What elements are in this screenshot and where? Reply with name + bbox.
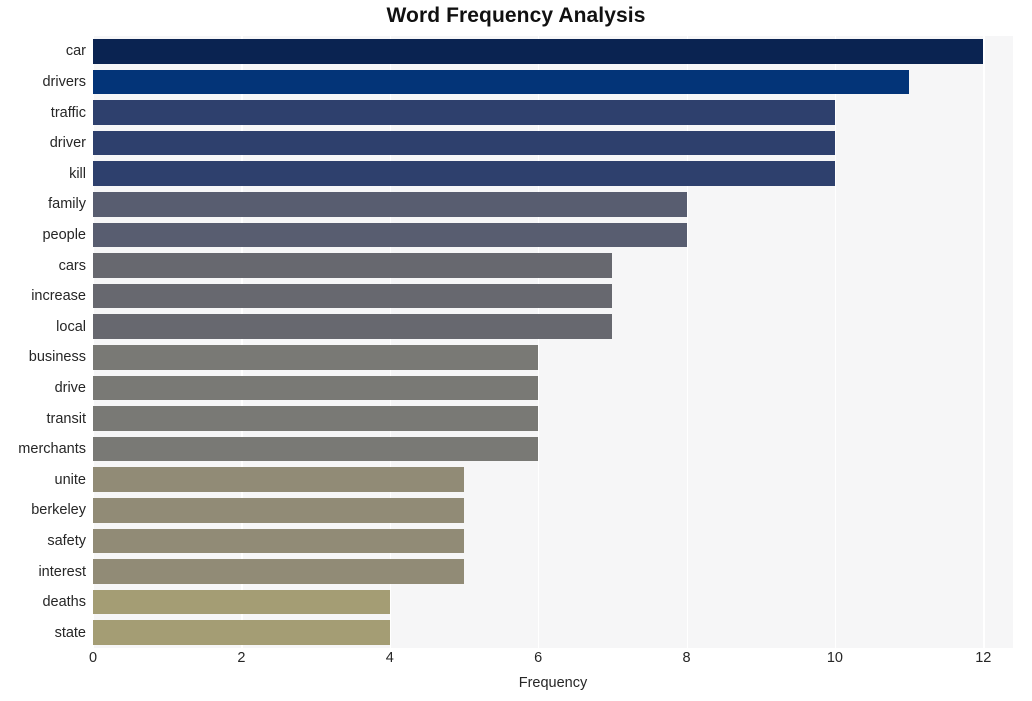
x-axis-title: Frequency (518, 675, 588, 691)
y-tick-label-drivers: drivers (42, 73, 86, 90)
y-tick-label-transit: transit (46, 410, 87, 427)
bar-row (93, 39, 1013, 64)
bar-row (93, 559, 1013, 584)
bar-row (93, 375, 1013, 401)
bar-row (93, 222, 1013, 248)
bar-people[interactable] (93, 222, 687, 248)
y-tick-label-car: car (65, 43, 86, 60)
y-tick-label-business: business (28, 349, 86, 366)
x-tick-label-2: 2 (237, 650, 246, 666)
x-tick-label-4: 4 (385, 650, 394, 666)
chart-figure: Word Frequency Analysis car drivers traffi… (0, 0, 1032, 701)
x-tick-label-0: 0 (88, 650, 98, 666)
y-tick-label-kill: kill (69, 165, 86, 182)
plot-area (93, 36, 1013, 648)
y-tick-label-people: people (42, 226, 86, 243)
bar-row (93, 100, 1013, 125)
bar-local[interactable] (93, 314, 613, 339)
bar-unite[interactable] (93, 467, 464, 492)
y-tick-label-driver: driver (49, 135, 86, 152)
bar-interest[interactable] (93, 559, 464, 584)
y-tick-label-state: state (54, 624, 86, 641)
chart-title: Word Frequency Analysis (386, 4, 646, 27)
bar-row (93, 406, 1013, 431)
bar-drivers[interactable] (93, 69, 910, 95)
bar-row (93, 314, 1013, 339)
x-tick-label-6: 6 (534, 650, 543, 666)
bar-transit[interactable] (93, 406, 539, 431)
bar-row (93, 498, 1013, 523)
bar-row (93, 345, 1013, 370)
bar-row (93, 467, 1013, 492)
bar-row (93, 589, 1013, 615)
bar-merchants[interactable] (93, 436, 539, 462)
y-tick-label-berkeley: berkeley (31, 502, 86, 519)
y-tick-label-unite: unite (54, 471, 86, 488)
bar-business[interactable] (93, 345, 539, 370)
bar-traffic[interactable] (93, 100, 835, 125)
x-axis-ticks: 0 2 4 6 8 10 12 (89, 650, 1013, 672)
y-tick-label-interest: interest (38, 563, 86, 580)
bar-row (93, 161, 1013, 186)
bar-row (93, 192, 1013, 217)
bar-row (93, 620, 1013, 645)
bar-family[interactable] (93, 192, 687, 217)
y-tick-label-drive: drive (54, 379, 86, 396)
bar-row (93, 528, 1013, 554)
bar-increase[interactable] (93, 283, 613, 309)
bar-safety[interactable] (93, 528, 464, 554)
y-tick-label-local: local (56, 318, 86, 335)
y-tick-label-family: family (48, 196, 86, 213)
y-tick-label-merchants: merchants (18, 441, 86, 458)
bar-series (93, 36, 1013, 648)
y-tick-label-traffic: traffic (50, 104, 86, 121)
bar-row (93, 283, 1013, 309)
bar-row (93, 130, 1013, 156)
bar-berkeley[interactable] (93, 498, 464, 523)
bar-kill[interactable] (93, 161, 835, 186)
bar-row (93, 69, 1013, 95)
x-tick-label-12: 12 (975, 650, 992, 666)
y-tick-label-cars: cars (58, 257, 86, 274)
x-tick-label-10: 10 (826, 650, 843, 666)
x-tick-label-8: 8 (682, 650, 691, 666)
y-tick-label-deaths: deaths (42, 594, 86, 611)
bar-driver[interactable] (93, 130, 835, 156)
y-tick-label-increase: increase (31, 288, 86, 305)
y-axis-labels: car drivers traffic driver kill family people c… (0, 36, 86, 648)
bar-cars[interactable] (93, 253, 613, 278)
bar-row (93, 436, 1013, 462)
y-tick-label-safety: safety (47, 532, 86, 549)
bar-drive[interactable] (93, 375, 539, 401)
bar-deaths[interactable] (93, 589, 390, 615)
bar-state[interactable] (93, 620, 390, 645)
bar-row (93, 253, 1013, 278)
bar-car[interactable] (93, 39, 984, 64)
